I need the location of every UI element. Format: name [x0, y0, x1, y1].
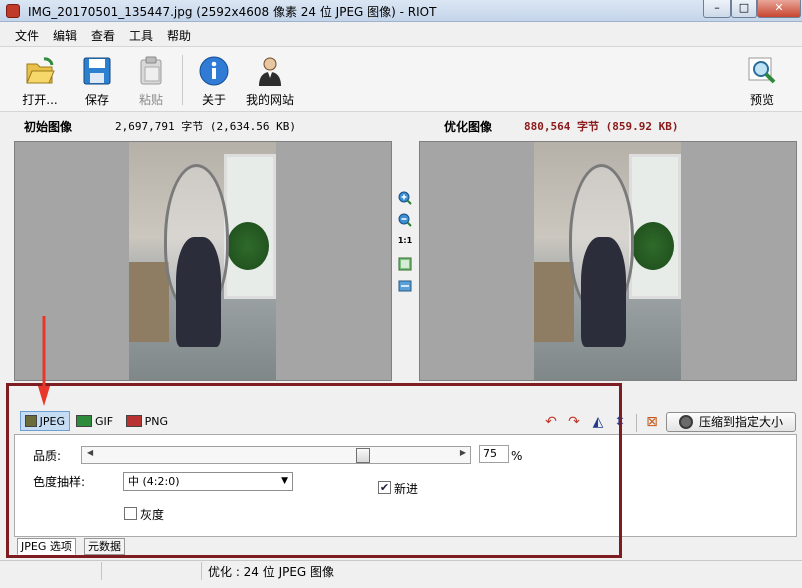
- paste-label: 粘贴: [138, 93, 163, 107]
- quality-label: 品质:: [33, 449, 62, 463]
- tool-separator: [636, 414, 637, 432]
- about-label: 关于: [201, 93, 226, 107]
- quality-slider-thumb[interactable]: [355, 448, 370, 463]
- optimized-image-pane[interactable]: [419, 141, 797, 381]
- save-button[interactable]: 保存: [80, 55, 114, 108]
- zoom-out-icon[interactable]: [398, 213, 412, 227]
- format-png-label: PNG: [144, 414, 168, 428]
- format-jpeg-button[interactable]: JPEG: [20, 411, 70, 431]
- grayscale-label: 灰度: [140, 508, 165, 522]
- format-gif-label: GIF: [95, 414, 114, 428]
- slider-left-arrow-icon[interactable]: ◀: [87, 448, 93, 457]
- open-label: 打开...: [22, 93, 58, 107]
- subsampling-label: 色度抽样:: [33, 475, 86, 489]
- status-segment: [2, 562, 102, 580]
- quality-value-input[interactable]: 75: [479, 445, 509, 463]
- menu-help[interactable]: 帮助: [167, 27, 191, 44]
- fit-window-icon[interactable]: [398, 257, 412, 271]
- subsampling-value: 中 (4:2:0): [128, 475, 180, 488]
- menu-edit[interactable]: 编辑: [53, 27, 77, 44]
- toolbar: 打开... 保存 粘贴 关于 我的网站 预览: [0, 46, 802, 112]
- original-photo: [129, 142, 276, 380]
- format-gif-button[interactable]: GIF: [72, 411, 118, 431]
- subsampling-select[interactable]: 中 (4:2:0) ▼: [123, 472, 293, 491]
- menu-file[interactable]: 文件: [15, 27, 39, 44]
- slider-right-arrow-icon[interactable]: ▶: [460, 448, 466, 457]
- compress-to-size-label: 压缩到指定大小: [699, 415, 784, 429]
- annotation-arrow: [38, 316, 50, 406]
- tab-metadata[interactable]: 元数据: [84, 538, 125, 555]
- status-segment: [104, 562, 202, 580]
- floppy-disk-icon: [81, 55, 113, 87]
- optimized-image-label: 优化图像: [444, 120, 493, 134]
- preview-button[interactable]: 预览: [745, 55, 779, 108]
- flip-vertical-icon[interactable]: ⬍: [612, 414, 628, 430]
- status-text: 优化 : 24 位 JPEG 图像: [208, 565, 335, 579]
- optimized-size: 880,564 字节 (859.92 KB): [524, 120, 679, 133]
- window-title: IMG_20170501_135447.jpg (2592x4608 像素 24…: [28, 5, 437, 19]
- menu-tools[interactable]: 工具: [129, 27, 153, 44]
- paste-button[interactable]: 粘贴: [134, 55, 168, 108]
- gif-icon: [76, 415, 92, 427]
- maximize-button[interactable]: □: [731, 0, 757, 18]
- open-button[interactable]: 打开...: [18, 55, 62, 108]
- folder-open-icon: [24, 55, 56, 87]
- app-icon[interactable]: [6, 4, 20, 18]
- original-image-pane[interactable]: [14, 141, 392, 381]
- chevron-down-icon: ▼: [281, 476, 288, 486]
- resize-icon[interactable]: ⊠: [644, 414, 660, 430]
- title-bar: IMG_20170501_135447.jpg (2592x4608 像素 24…: [0, 0, 802, 22]
- user-icon: [254, 55, 286, 87]
- compress-to-size-button[interactable]: 压缩到指定大小: [666, 412, 796, 432]
- toolbar-separator: [182, 55, 183, 105]
- format-jpeg-label: JPEG: [39, 414, 65, 428]
- gear-icon: [679, 415, 693, 429]
- optimized-photo: [534, 142, 681, 380]
- menu-bar: 文件 编辑 查看 工具 帮助: [0, 24, 802, 44]
- website-label: 我的网站: [245, 93, 294, 107]
- clipboard-icon: [135, 55, 167, 87]
- close-button[interactable]: ✕: [757, 0, 801, 18]
- quality-unit: %: [511, 449, 523, 463]
- format-png-button[interactable]: PNG: [122, 411, 172, 431]
- progressive-label: 新进: [394, 482, 419, 496]
- grayscale-checkbox[interactable]: [124, 507, 137, 520]
- flip-horizontal-icon[interactable]: ◭: [590, 414, 606, 430]
- progressive-checkbox[interactable]: ✔: [378, 481, 391, 494]
- original-image-label: 初始图像: [24, 120, 73, 134]
- quality-slider[interactable]: ◀ ▶: [81, 446, 471, 464]
- about-button[interactable]: 关于: [197, 55, 231, 108]
- original-size: 2,697,791 字节 (2,634.56 KB): [115, 120, 296, 133]
- magnifier-icon: [746, 55, 778, 87]
- rotate-left-icon[interactable]: ↶: [543, 414, 559, 430]
- menu-view[interactable]: 查看: [91, 27, 115, 44]
- save-label: 保存: [84, 93, 109, 107]
- tab-jpeg-options[interactable]: JPEG 选项: [17, 538, 76, 555]
- zoom-in-icon[interactable]: [398, 191, 412, 205]
- actual-size-button[interactable]: 1:1: [397, 236, 413, 250]
- zoom-tools: 1:1: [392, 185, 418, 305]
- website-button[interactable]: 我的网站: [244, 55, 296, 108]
- preview-label: 预览: [749, 93, 774, 107]
- sync-view-icon[interactable]: [398, 279, 412, 293]
- rotate-right-icon[interactable]: ↷: [566, 414, 582, 430]
- minimize-button[interactable]: –: [703, 0, 731, 18]
- info-icon: [198, 55, 230, 87]
- jpeg-icon: [25, 415, 37, 427]
- png-icon: [126, 415, 142, 427]
- image-info-bar: 初始图像 2,697,791 字节 (2,634.56 KB) 优化图像 880…: [0, 113, 802, 139]
